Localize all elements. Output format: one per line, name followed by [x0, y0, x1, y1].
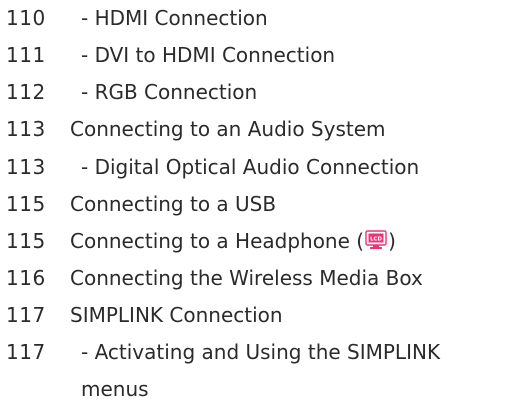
- page-number: 110: [6, 6, 46, 30]
- entry-title: SIMPLINK Connection: [70, 303, 283, 327]
- entry-title: Connecting to a Headphone ( LCD ): [70, 229, 396, 253]
- entry-title-text: ): [388, 229, 396, 253]
- toc-entry[interactable]: 116 Connecting the Wireless Media Box: [0, 266, 506, 290]
- toc-entry[interactable]: 115 Connecting to a Headphone ( LCD ): [0, 229, 506, 253]
- entry-title: - Digital Optical Audio Connection: [81, 155, 420, 179]
- page-number: 112: [6, 80, 46, 104]
- lcd-icon: LCD: [365, 230, 387, 250]
- toc-entry[interactable]: 117 SIMPLINK Connection: [0, 303, 506, 327]
- page-number: 115: [6, 229, 46, 253]
- entry-title: - HDMI Connection: [81, 6, 268, 30]
- page-number: 116: [6, 266, 46, 290]
- page-number: 113: [6, 117, 46, 141]
- page-number: 117: [6, 303, 46, 327]
- entry-title: - Activating and Using the SIMPLINK menu…: [81, 340, 441, 401]
- entry-title-text: Connecting to a Headphone (: [70, 229, 365, 253]
- lcd-icon-label: LCD: [370, 237, 382, 243]
- toc-entry[interactable]: 117 - Activating and Using the SIMPLINK …: [0, 340, 506, 408]
- entry-title: Connecting to a USB: [70, 192, 277, 216]
- toc-entry[interactable]: 112 - RGB Connection: [0, 80, 506, 104]
- toc-entry[interactable]: 113 - Digital Optical Audio Connection: [0, 155, 506, 179]
- entry-title: - RGB Connection: [81, 80, 258, 104]
- entry-title: Connecting the Wireless Media Box: [70, 266, 423, 290]
- toc-entry[interactable]: 110 - HDMI Connection: [0, 6, 506, 30]
- page-number: 115: [6, 192, 46, 216]
- page-number: 117: [6, 340, 46, 364]
- toc-entry[interactable]: 115 Connecting to a USB: [0, 192, 506, 216]
- entry-title: - DVI to HDMI Connection: [81, 43, 336, 67]
- toc-entry[interactable]: 113 Connecting to an Audio System: [0, 117, 506, 141]
- toc-entry[interactable]: 111 - DVI to HDMI Connection: [0, 43, 506, 67]
- page-number: 111: [6, 43, 46, 67]
- entry-title: Connecting to an Audio System: [70, 117, 386, 141]
- page-number: 113: [6, 155, 46, 179]
